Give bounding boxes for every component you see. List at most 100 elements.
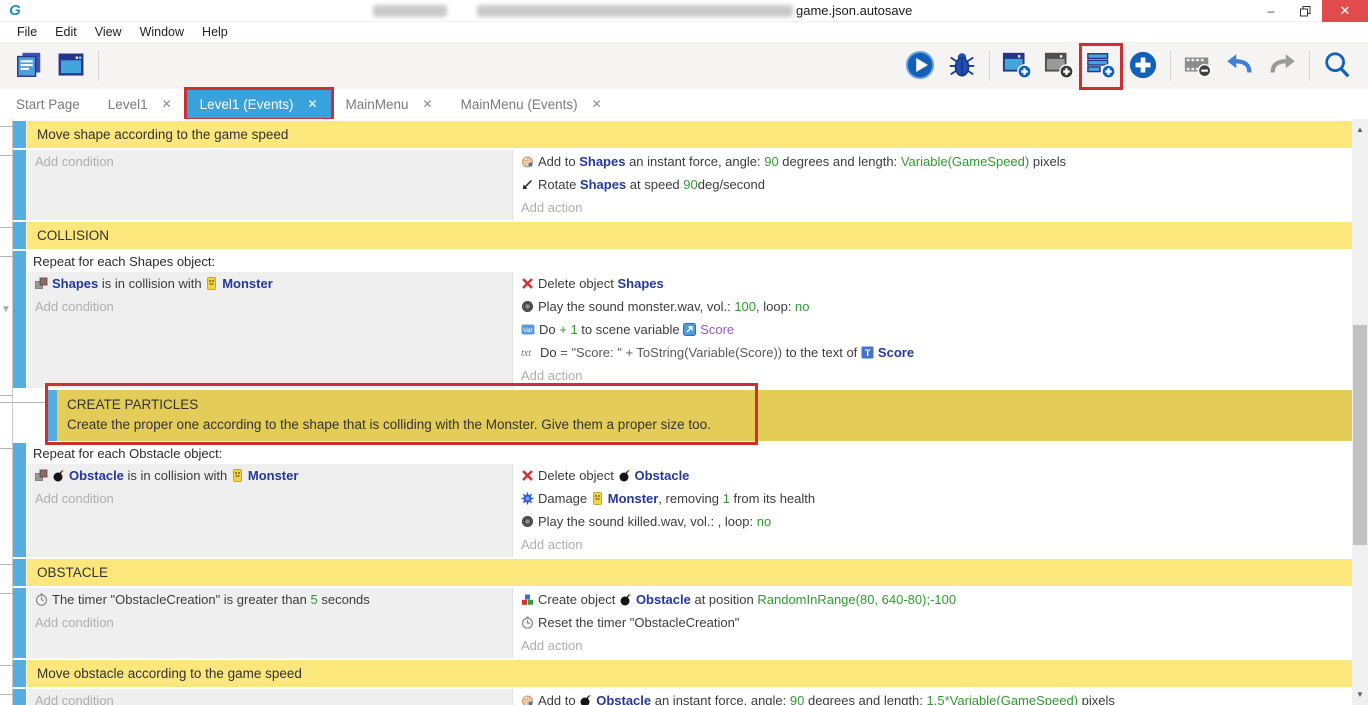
action-row[interactable]: Play the sound killed.wav, vol.: , loop:… xyxy=(513,511,1352,534)
text: pixels xyxy=(1029,154,1066,169)
event-handle[interactable] xyxy=(13,222,26,249)
tab-close-icon[interactable]: ✕ xyxy=(162,97,172,111)
event-handle[interactable] xyxy=(13,443,26,557)
text-value: 100 xyxy=(734,299,756,314)
tab-label: Level1 (Events) xyxy=(200,97,294,112)
action-row[interactable]: Rotate Shapes at speed 90deg/second xyxy=(513,174,1352,197)
redo-button[interactable] xyxy=(1264,47,1300,86)
menu-item-edit[interactable]: Edit xyxy=(46,25,86,39)
sub-gutter xyxy=(13,390,48,441)
action-row[interactable]: Delete object Obstacle xyxy=(513,465,1352,488)
text-object: Shapes xyxy=(580,177,626,192)
menu-item-window[interactable]: Window xyxy=(131,25,193,39)
actions-column: Delete object ObstacleDamage Monster, re… xyxy=(513,464,1352,557)
action-row[interactable]: Damage Monster, removing 1 from its heal… xyxy=(513,488,1352,511)
comment-event[interactable]: CREATE PARTICLESCreate the proper one ac… xyxy=(57,390,1352,441)
action-row[interactable]: Create object Obstacle at position Rando… xyxy=(513,589,1352,612)
comment-event[interactable]: OBSTACLE xyxy=(27,559,1352,586)
actions-column: Create object Obstacle at position Rando… xyxy=(513,588,1352,658)
text: at position xyxy=(691,592,758,607)
monster-icon xyxy=(205,275,218,296)
project-manager-button[interactable] xyxy=(11,47,47,86)
tab-mainmenu[interactable]: MainMenu✕ xyxy=(332,89,447,119)
event-handle[interactable] xyxy=(13,150,26,220)
tab-start-page[interactable]: Start Page xyxy=(2,89,94,119)
text-object: Shapes xyxy=(618,276,664,291)
menu-item-file[interactable]: File xyxy=(8,25,46,39)
action-row[interactable]: VarDo + 1 to scene variable Score xyxy=(513,319,1352,342)
tab-bar: Start PageLevel1✕Level1 (Events)✕MainMen… xyxy=(0,89,1368,119)
text: pixels xyxy=(1078,693,1115,705)
add-external-events-button[interactable] xyxy=(1083,47,1119,86)
tab-close-icon[interactable]: ✕ xyxy=(592,97,602,111)
play-button[interactable] xyxy=(902,47,938,86)
minimize-button[interactable]: – xyxy=(1254,0,1288,22)
sound-icon xyxy=(521,298,534,319)
comment-title: CREATE PARTICLES xyxy=(67,395,1342,415)
scrollbar-thumb[interactable] xyxy=(1353,325,1367,545)
event-handle[interactable] xyxy=(13,689,26,705)
event-block: Add conditionAdd to Obstacle an instant … xyxy=(0,689,1352,705)
search-button[interactable] xyxy=(1319,47,1355,86)
timer-icon xyxy=(521,614,534,635)
add-action-link[interactable]: Add action xyxy=(513,365,1352,386)
tab-level1-events-[interactable]: Level1 (Events) ✕ xyxy=(186,89,332,119)
condition-row[interactable]: The timer "ObstacleCreation" is greater … xyxy=(27,589,512,612)
undo-button[interactable] xyxy=(1222,47,1258,86)
tab-level1[interactable]: Level1 ✕ xyxy=(94,89,186,119)
event-header[interactable]: Repeat for each Obstacle object: xyxy=(27,443,1352,464)
text: from its health xyxy=(730,491,815,506)
vertical-scrollbar[interactable]: ▲ ▼ xyxy=(1352,119,1368,705)
remove-media-button[interactable] xyxy=(1180,47,1216,86)
scroll-up-icon[interactable]: ▲ xyxy=(1352,123,1368,137)
close-button[interactable]: ✕ xyxy=(1322,0,1368,22)
add-condition-link[interactable]: Add condition xyxy=(27,612,512,633)
add-action-link[interactable]: Add action xyxy=(513,635,1352,656)
scene-editor-button[interactable] xyxy=(53,47,89,86)
add-condition-link[interactable]: Add condition xyxy=(27,488,512,509)
add-external-layout-button[interactable] xyxy=(1041,47,1077,86)
text: , loop: xyxy=(756,299,795,314)
add-condition-link[interactable]: Add condition xyxy=(27,690,512,705)
add-extension-button[interactable] xyxy=(1125,47,1161,86)
tab-label: Level1 xyxy=(108,97,148,112)
comment-event[interactable]: Move obstacle according to the game spee… xyxy=(27,660,1352,687)
debug-button[interactable] xyxy=(944,47,980,86)
add-scene-button[interactable] xyxy=(999,47,1035,86)
condition-row[interactable]: Shapes is in collision with Monster xyxy=(27,273,512,296)
action-row[interactable]: txtDo = "Score: " + ToString(Variable(Sc… xyxy=(513,342,1352,365)
restore-button[interactable] xyxy=(1288,0,1322,22)
action-row[interactable]: Play the sound monster.wav, vol.: 100, l… xyxy=(513,296,1352,319)
bomb-icon xyxy=(52,467,65,488)
tab-mainmenu-events-[interactable]: MainMenu (Events) ✕ xyxy=(447,89,616,119)
event-handle[interactable] xyxy=(13,251,26,388)
event-handle[interactable] xyxy=(13,660,26,687)
event-header[interactable]: Repeat for each Shapes object: xyxy=(27,251,1352,272)
scroll-down-icon[interactable]: ▼ xyxy=(1352,688,1368,702)
condition-row[interactable]: Obstacle is in collision with Monster xyxy=(27,465,512,488)
tab-label: MainMenu (Events) xyxy=(461,97,578,112)
action-row[interactable]: Add to Obstacle an instant force, angle:… xyxy=(513,690,1352,705)
menu-item-help[interactable]: Help xyxy=(193,25,237,39)
toolbar-separator xyxy=(98,51,99,81)
add-action-link[interactable]: Add action xyxy=(513,197,1352,218)
add-condition-link[interactable]: Add condition xyxy=(27,151,512,172)
action-row[interactable]: Reset the timer "ObstacleCreation" xyxy=(513,612,1352,635)
comment-body: Create the proper one according to the s… xyxy=(67,415,1342,435)
comment-event[interactable]: COLLISION xyxy=(27,222,1352,249)
text-value: 5 xyxy=(311,592,318,607)
tab-close-icon[interactable]: ✕ xyxy=(423,97,433,111)
menu-item-view[interactable]: View xyxy=(86,25,131,39)
action-row[interactable]: Delete object Shapes xyxy=(513,273,1352,296)
tab-close-icon[interactable]: ✕ xyxy=(307,97,317,111)
comment-event[interactable]: Move shape according to the game speed xyxy=(27,121,1352,148)
event-handle[interactable] xyxy=(48,390,57,441)
event-handle[interactable] xyxy=(13,121,26,148)
add-action-link[interactable]: Add action xyxy=(513,534,1352,555)
event-handle[interactable] xyxy=(13,559,26,586)
action-row[interactable]: Add to Shapes an instant force, angle: 9… xyxy=(513,151,1352,174)
text: Reset the timer "ObstacleCreation" xyxy=(538,615,739,630)
add-condition-link[interactable]: Add condition xyxy=(27,296,512,317)
event-handle[interactable] xyxy=(13,588,26,658)
text: The timer "ObstacleCreation" is greater … xyxy=(52,592,311,607)
